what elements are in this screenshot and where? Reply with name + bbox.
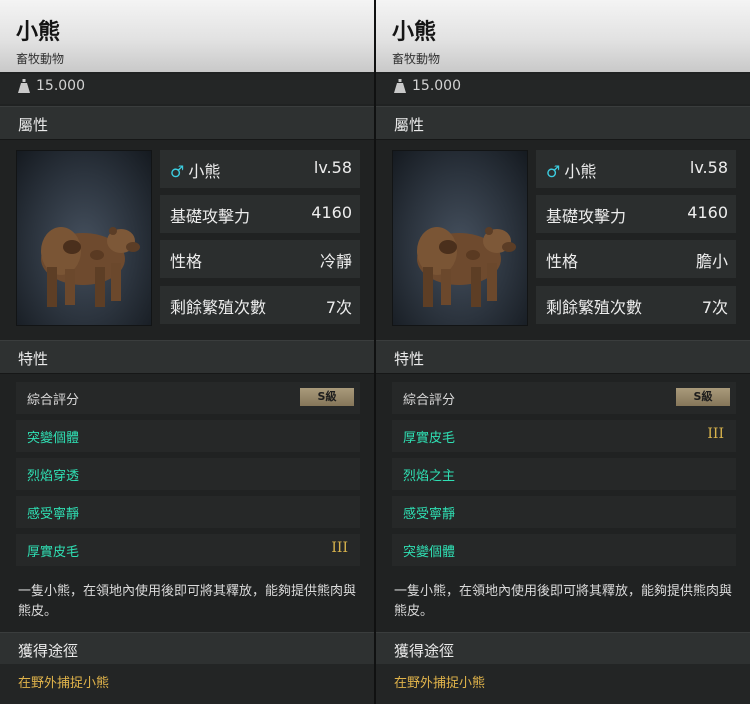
bear-image [417, 227, 516, 307]
stat-value: 4160 [687, 203, 728, 222]
stat-base-attack: 基礎攻擊力 4160 [160, 195, 360, 233]
bear-portrait [16, 150, 152, 326]
stat-value: 7次 [701, 298, 728, 317]
trait-row[interactable]: 突變個體 [16, 420, 360, 452]
acquire-section-header: 獲得途徑 [0, 632, 374, 666]
item-description: 一隻小熊，在領地內使用後即可將其釋放，能夠提供熊肉與熊皮。 [394, 584, 733, 619]
bear-portrait [392, 150, 528, 326]
traits-heading: 特性 [18, 350, 49, 368]
male-icon: ♂ [546, 162, 561, 181]
trait-row[interactable]: 感受寧靜 [16, 496, 360, 528]
trait-row[interactable]: 烈焰穿透 [16, 458, 360, 490]
item-category: 畜牧動物 [392, 52, 441, 66]
rating-badge: S級 [300, 388, 354, 406]
stat-label: 基礎攻擊力 [546, 207, 627, 226]
stat-personality: 性格 膽小 [536, 240, 736, 278]
item-card-left: 小熊 畜牧動物 15.000 屬性 ♂小熊 lv.58 基礎攻擊力 4160 [0, 0, 374, 704]
stat-value: lv.58 [313, 158, 352, 177]
trait-tier: III [707, 426, 724, 442]
item-category: 畜牧動物 [16, 52, 65, 66]
attributes-heading: 屬性 [394, 116, 425, 134]
item-title: 小熊 [392, 20, 437, 45]
weight-icon [18, 79, 30, 93]
male-icon: ♂ [170, 162, 185, 181]
stat-label: 小熊 [188, 162, 221, 181]
trait-name: 感受寧靜 [403, 507, 456, 522]
traits-section-header: 特性 [0, 340, 374, 374]
stat-breeding-remaining: 剩餘繁殖次數 7次 [160, 286, 360, 324]
item-title: 小熊 [16, 20, 61, 45]
trait-row[interactable]: 烈焰之主 [392, 458, 736, 490]
attributes-section-header: 屬性 [0, 106, 374, 140]
stat-base-attack: 基礎攻擊力 4160 [536, 195, 736, 233]
trait-tier: III [331, 540, 348, 556]
trait-name: 厚實皮毛 [27, 545, 80, 560]
rating-row: 綜合評分 S級 [392, 382, 736, 414]
stat-name-level: ♂ 小熊 lv.58 [160, 150, 360, 188]
weight-value: 15.000 [412, 78, 461, 94]
trait-name: 突變個體 [27, 431, 80, 446]
acquire-source: 在野外捕捉小熊 [18, 676, 110, 691]
stat-label: 性格 [546, 252, 579, 271]
acquire-source: 在野外捕捉小熊 [394, 676, 486, 691]
trait-name: 感受寧靜 [27, 507, 80, 522]
trait-row[interactable]: 感受寧靜 [392, 496, 736, 528]
trait-row[interactable]: 厚實皮毛 III [392, 420, 736, 452]
stat-breeding-remaining: 剩餘繁殖次數 7次 [536, 286, 736, 324]
trait-row[interactable]: 突變個體 [392, 534, 736, 566]
rating-label: 綜合評分 [27, 393, 80, 408]
stat-label: 基礎攻擊力 [170, 207, 251, 226]
bear-image [41, 227, 140, 307]
stat-label: 小熊 [564, 162, 597, 181]
stat-value: 冷靜 [319, 252, 352, 271]
item-description: 一隻小熊，在領地內使用後即可將其釋放，能夠提供熊肉與熊皮。 [18, 584, 357, 619]
rating-row: 綜合評分 S級 [16, 382, 360, 414]
stat-name-level: ♂ 小熊 lv.58 [536, 150, 736, 188]
attributes-heading: 屬性 [18, 116, 49, 134]
weight-value: 15.000 [36, 78, 85, 94]
stat-value: 膽小 [695, 252, 728, 271]
trait-name: 突變個體 [403, 545, 456, 560]
trait-row[interactable]: 厚實皮毛 III [16, 534, 360, 566]
acquire-heading: 獲得途徑 [394, 642, 455, 660]
traits-heading: 特性 [394, 350, 425, 368]
card-header: 小熊 畜牧動物 [376, 0, 750, 72]
stat-label: 性格 [170, 252, 203, 271]
stat-value: 7次 [325, 298, 352, 317]
card-header: 小熊 畜牧動物 [0, 0, 374, 72]
stat-label: 剩餘繁殖次數 [170, 298, 267, 317]
trait-name: 烈焰之主 [403, 469, 456, 484]
trait-name: 厚實皮毛 [403, 431, 456, 446]
traits-section-header: 特性 [376, 340, 750, 374]
rating-label: 綜合評分 [403, 393, 456, 408]
item-card-right: 小熊 畜牧動物 15.000 屬性 ♂小熊 lv.58 基礎攻擊力 4160 [376, 0, 750, 704]
attributes-section-header: 屬性 [376, 106, 750, 140]
acquire-section-header: 獲得途徑 [376, 632, 750, 666]
trait-name: 烈焰穿透 [27, 469, 80, 484]
stat-label: 剩餘繁殖次數 [546, 298, 643, 317]
weight-icon [394, 79, 406, 93]
rating-badge: S級 [676, 388, 730, 406]
acquire-heading: 獲得途徑 [18, 642, 79, 660]
stat-personality: 性格 冷靜 [160, 240, 360, 278]
stat-value: lv.58 [689, 158, 728, 177]
stat-value: 4160 [311, 203, 352, 222]
